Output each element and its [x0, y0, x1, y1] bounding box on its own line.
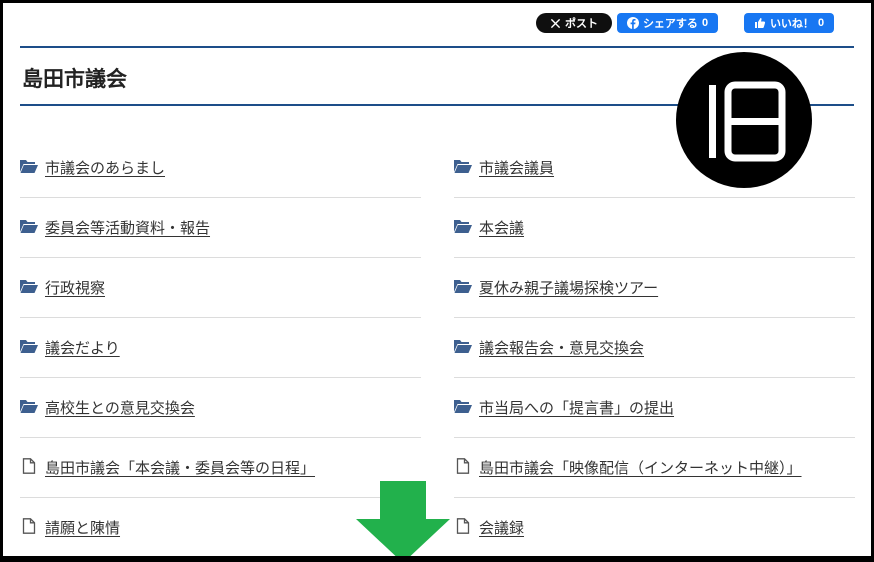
document-icon [456, 518, 470, 534]
list-item: 本会議 [454, 198, 855, 258]
list-item: 市当局への「提言書」の提出 [454, 378, 855, 438]
link-report-meeting[interactable]: 議会報告会・意見交換会 [479, 337, 644, 358]
facebook-like-count: 0 [817, 17, 825, 29]
list-item: 市議会のあらまし [20, 138, 421, 198]
list-item: 高校生との意見交換会 [20, 378, 421, 438]
x-post-label: ポスト [565, 18, 598, 30]
facebook-share-button[interactable]: シェアする 0 [617, 13, 718, 33]
link-summer-tour[interactable]: 夏休み親子議場探検ツアー [479, 277, 658, 298]
folder-icon [20, 340, 38, 353]
link-meeting-schedule[interactable]: 島田市議会「本会議・委員会等の日程」 [45, 457, 315, 478]
document-icon [22, 458, 36, 474]
document-icon [456, 458, 470, 474]
social-share-bar: ポスト シェアする 0 いいね！ 0 [3, 13, 871, 35]
link-meeting-minutes[interactable]: 会議録 [479, 517, 524, 538]
thumbs-up-icon [754, 18, 766, 28]
facebook-share-count: 0 [701, 17, 709, 29]
link-council-members[interactable]: 市議会議員 [479, 157, 554, 178]
list-item: 議会報告会・意見交換会 [454, 318, 855, 378]
link-committee-materials[interactable]: 委員会等活動資料・報告 [45, 217, 210, 238]
folder-icon [20, 160, 38, 173]
folder-icon [454, 160, 472, 173]
document-icon [22, 518, 36, 534]
list-item: 市議会議員 [454, 138, 855, 198]
folder-icon [20, 280, 38, 293]
link-council-newsletter[interactable]: 議会だより [45, 337, 120, 358]
page-frame: ポスト シェアする 0 いいね！ 0 島田市議会 市議会のあらまし 委員会等活動… [3, 3, 871, 556]
scroll-down-arrow-icon [356, 481, 450, 556]
folder-icon [454, 280, 472, 293]
link-council-overview[interactable]: 市議会のあらまし [45, 157, 165, 178]
x-post-button[interactable]: ポスト [536, 13, 612, 33]
list-item: 委員会等活動資料・報告 [20, 198, 421, 258]
link-proposal-submission[interactable]: 市当局への「提言書」の提出 [479, 397, 674, 418]
folder-icon [20, 400, 38, 413]
folder-icon [454, 400, 472, 413]
folder-icon [20, 220, 38, 233]
page-title: 島田市議会 [22, 67, 127, 91]
title-top-rule [20, 46, 854, 48]
facebook-like-button[interactable]: いいね！ 0 [744, 13, 834, 33]
link-video-streaming[interactable]: 島田市議会「映像配信（インターネット中継）」 [479, 457, 802, 478]
link-inspection-visits[interactable]: 行政視察 [45, 277, 105, 298]
folder-icon [454, 220, 472, 233]
list-item: 夏休み親子議場探検ツアー [454, 258, 855, 318]
link-plenary-session[interactable]: 本会議 [479, 217, 524, 238]
facebook-like-label: いいね！ [769, 18, 814, 30]
x-logo-icon [550, 18, 561, 28]
link-petitions[interactable]: 請願と陳情 [45, 517, 120, 538]
list-item: 議会だより [20, 318, 421, 378]
list-item: 島田市議会「映像配信（インターネット中継）」 [454, 438, 855, 498]
facebook-share-label: シェアする [642, 18, 698, 30]
folder-icon [454, 340, 472, 353]
list-item: 行政視察 [20, 258, 421, 318]
link-column-right: 市議会議員 本会議 夏休み親子議場探検ツアー 議会報告会・意見交換会 市当局への… [454, 138, 855, 556]
list-item: 会議録 [454, 498, 855, 556]
facebook-logo-icon [626, 17, 639, 29]
link-student-exchange[interactable]: 高校生との意見交換会 [45, 397, 195, 418]
